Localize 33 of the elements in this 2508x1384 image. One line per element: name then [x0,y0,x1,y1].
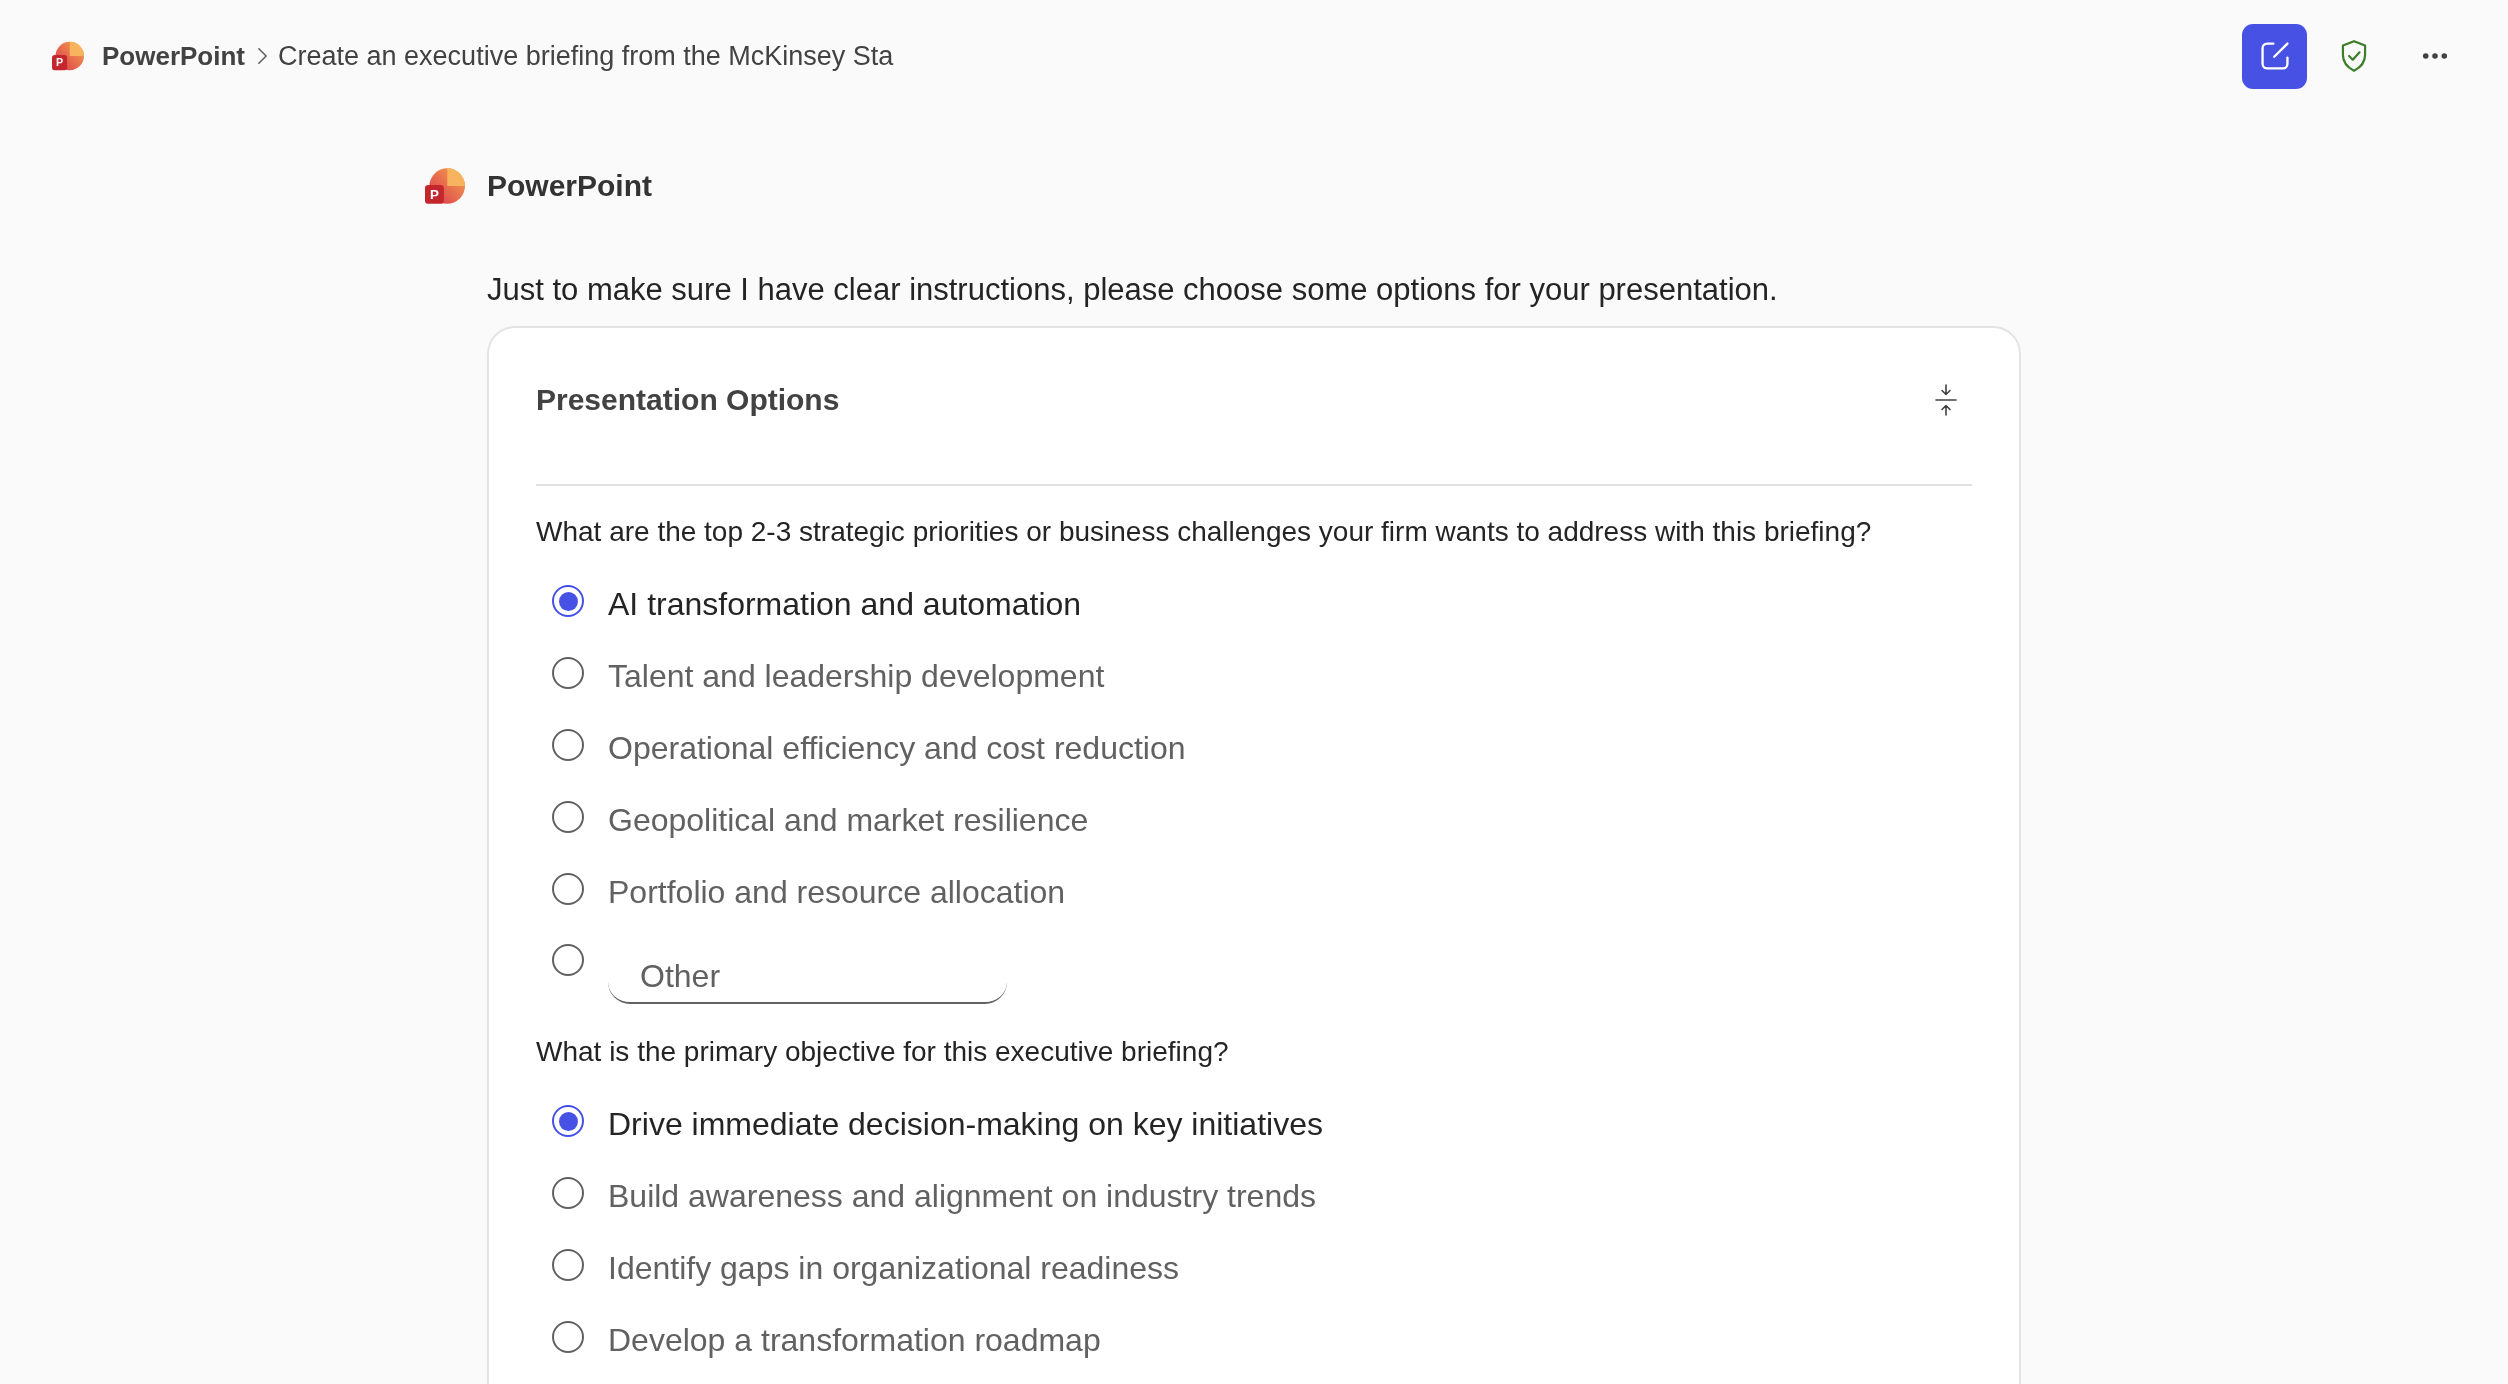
message-text: Just to make sure I have clear instructions, please choose some options for your presentation. [487,271,1779,309]
option-label: Drive immediate decision-making on key initiatives [608,1105,1323,1143]
radio-button[interactable] [552,1105,584,1137]
option-label: Operational efficiency and cost reduction [608,729,1186,767]
option-label: AI transformation and automation [608,585,1082,623]
card-title: Presentation Options [536,383,840,417]
app-name[interactable]: PowerPoint [102,40,245,72]
radio-button[interactable] [552,801,584,833]
option-label: Geopolitical and market resilience [608,801,1089,839]
pencil-square-icon [2260,42,2289,70]
option-label: Identify gaps in organizational readiness [608,1249,1180,1287]
option-label: Portfolio and resource allocation [608,873,1066,911]
radio-button[interactable] [552,1177,584,1209]
question-text: What is the primary objective for this executive briefing? [536,1035,1230,1069]
radio-button[interactable] [552,873,584,905]
radio-button[interactable] [552,657,584,689]
sender-name: PowerPoint [487,169,652,203]
option-label: Talent and leadership development [608,657,1105,695]
shield-check-icon[interactable] [2340,40,2368,72]
radio-button[interactable] [552,585,584,617]
radio-button[interactable] [552,944,584,976]
chevron-right-icon [257,47,268,65]
radio-button[interactable] [552,729,584,761]
option-label: Develop a transformation roadmap [608,1321,1101,1359]
collapse-icon[interactable] [1934,383,1958,417]
option-label: Build awareness and alignment on industry trends [608,1177,1316,1215]
powerpoint-logo-icon: P [52,41,84,71]
conversation-title: Create an executive briefing from the McKinsey Sta [278,40,894,72]
edit-button[interactable] [2242,23,2307,89]
more-options-icon[interactable] [2422,52,2448,60]
radio-button[interactable] [552,1249,584,1281]
radio-button[interactable] [552,1321,584,1353]
question-text: What are the top 2-3 strategic priorities or business challenges your firm wants to address with this briefing? [536,515,1873,549]
